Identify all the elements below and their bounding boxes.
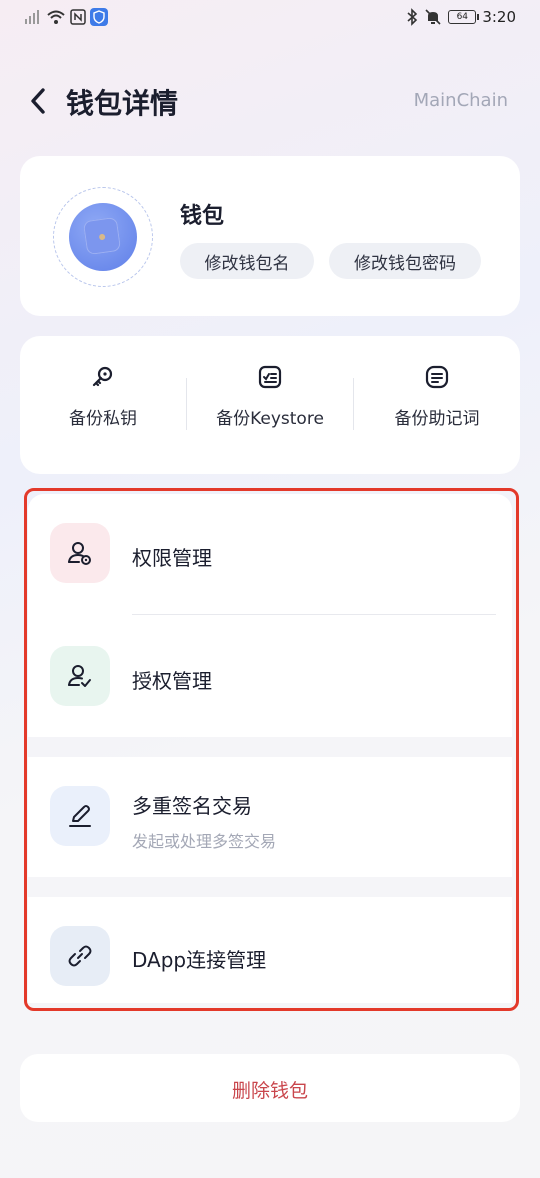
wallet-name: 钱包 [180,204,225,229]
rename-wallet-button[interactable]: 修改钱包名 [180,243,314,279]
mute-icon [425,9,441,25]
wallet-avatar-icon [82,216,122,256]
bluetooth-icon [407,8,418,26]
avatar [69,203,137,271]
wifi-icon [47,10,65,24]
keystore-icon [258,365,282,389]
status-left [24,8,108,26]
delete-wallet-label: 删除钱包 [231,1080,308,1102]
backup-mnemonic-label: 备份助记词 [394,409,480,429]
network-label[interactable]: MainChain [414,90,508,111]
change-password-button[interactable]: 修改钱包密码 [329,243,481,279]
battery-icon: 64 [448,10,480,24]
back-icon[interactable] [26,86,50,116]
wallet-card: 钱包 修改钱包名 修改钱包密码 [20,156,520,316]
header: 钱包详情 MainChain [0,76,540,128]
mnemonic-icon [425,365,449,389]
backup-private-key-label: 备份私钥 [69,409,137,429]
page-title: 钱包详情 [66,87,179,120]
shield-app-icon [90,8,108,26]
backup-keystore-label: 备份Keystore [216,409,324,429]
avatar-dot [98,233,106,241]
signal-icon [25,10,39,24]
backup-keystore-button[interactable]: 备份Keystore [187,364,353,434]
backup-private-key-button[interactable]: 备份私钥 [20,364,186,434]
backup-card: 备份私钥 备份Keystore 备份助记词 [20,336,520,474]
avatar-ring [53,187,153,287]
delete-wallet-button[interactable]: 删除钱包 [20,1054,520,1122]
nfc-icon [70,9,86,25]
status-right: 64 3:20 [406,8,516,26]
status-bar: 64 3:20 [0,0,540,36]
key-icon [92,366,113,387]
clock: 3:20 [482,8,516,26]
backup-mnemonic-button[interactable]: 备份助记词 [354,364,520,434]
battery-level: 64 [456,12,469,22]
highlight-box [24,488,519,1011]
